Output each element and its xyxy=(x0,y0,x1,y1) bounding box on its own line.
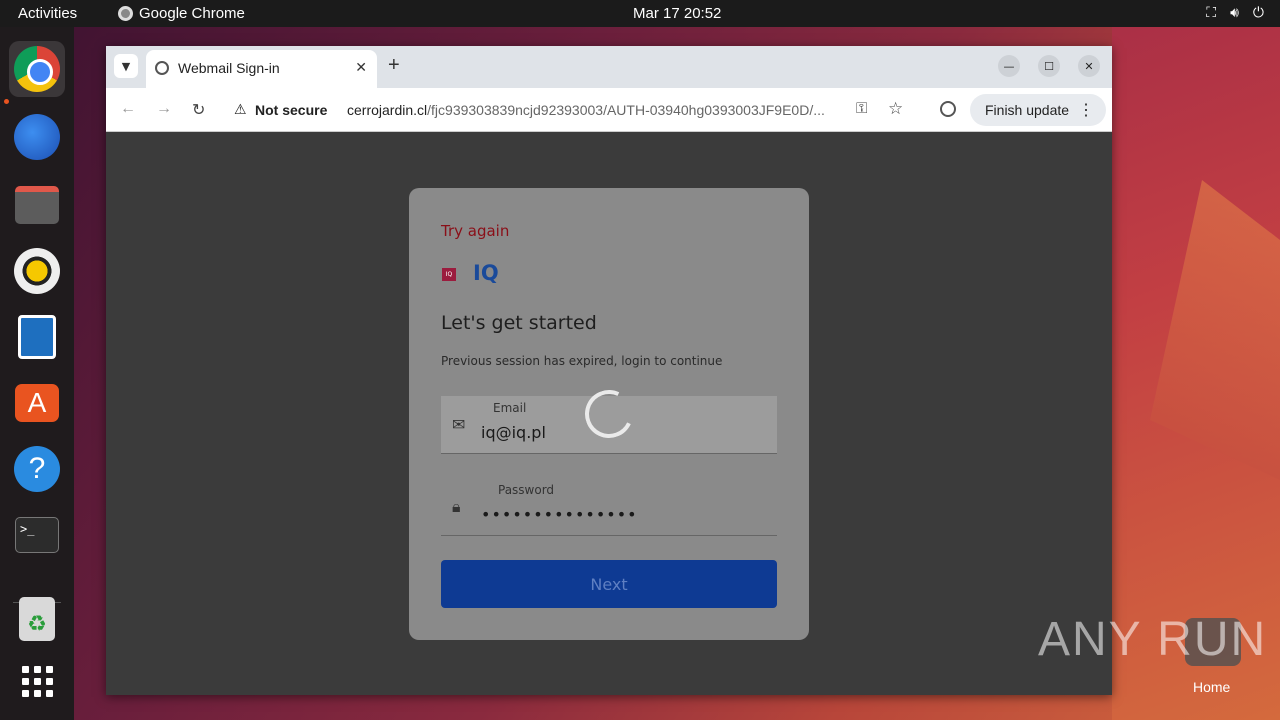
envelope-icon: ✉ xyxy=(452,415,466,434)
system-tray[interactable]: ⛶ 🔊︎ ⏻ xyxy=(1206,4,1264,21)
app-center-icon: A xyxy=(15,384,59,422)
url-path: /fjc939303839ncjd92393003/AUTH-03940hg03… xyxy=(427,102,825,118)
email-label: Email xyxy=(489,401,531,415)
tab-title: Webmail Sign-in xyxy=(178,60,280,76)
back-button[interactable]: ← xyxy=(120,100,136,118)
power-icon: ⏻ xyxy=(1252,4,1264,20)
key-icon[interactable]: ⚿ xyxy=(856,100,867,117)
dock-rhythmbox[interactable] xyxy=(9,243,65,299)
chrome-icon xyxy=(14,46,60,92)
grid-icon xyxy=(21,665,53,697)
tab-search-button[interactable]: ▼ xyxy=(114,54,138,78)
tab-strip: ▼ Webmail Sign-in ✕ + — ☐ ✕ xyxy=(106,46,1112,88)
dock-trash[interactable]: ♻ xyxy=(9,591,65,647)
clock[interactable]: Mar 17 20:52 xyxy=(633,5,721,22)
thunderbird-icon xyxy=(14,114,60,160)
dock-writer[interactable] xyxy=(9,309,65,365)
terminal-icon: >_ xyxy=(15,517,59,553)
activities-button[interactable]: Activities xyxy=(18,5,77,22)
error-message: Try again xyxy=(441,222,510,240)
profile-icon[interactable] xyxy=(940,101,956,117)
maximize-button[interactable]: ☐ xyxy=(1038,55,1060,77)
app-menu[interactable]: Google Chrome xyxy=(118,5,245,22)
chevron-down-icon: ▼ xyxy=(121,59,131,73)
app-name: Google Chrome xyxy=(139,5,245,22)
new-tab-button[interactable]: + xyxy=(388,54,400,77)
session-message: Previous session has expired, login to c… xyxy=(441,354,723,368)
next-button[interactable]: Next xyxy=(441,560,777,608)
url-host: cerrojardin.cl xyxy=(347,102,428,118)
dock-app-center[interactable]: A xyxy=(9,375,65,431)
volume-icon: 🔊︎ xyxy=(1230,4,1239,20)
page-content: Try again IQ IQ Let's get started Previo… xyxy=(106,132,1112,695)
email-value[interactable]: iq@iq.pl xyxy=(481,423,546,442)
show-apps-button[interactable] xyxy=(9,653,65,709)
logo-mark: IQ xyxy=(442,268,456,281)
lock-icon: 🔒︎ xyxy=(452,497,461,516)
logo-text: IQ xyxy=(473,261,499,285)
dock-files[interactable] xyxy=(9,177,65,233)
close-tab-icon[interactable]: ✕ xyxy=(355,59,367,76)
star-icon[interactable]: ☆ xyxy=(888,99,903,119)
dock-help[interactable]: ? xyxy=(9,441,65,497)
finish-update-label: Finish update xyxy=(985,102,1070,118)
password-value[interactable]: ••••••••••••••• xyxy=(481,505,638,524)
more-vert-icon: ⋮ xyxy=(1078,102,1094,119)
chrome-icon xyxy=(118,6,133,21)
address-bar[interactable]: ⚠ Not secure cerrojardin.cl/fjc939303839… xyxy=(224,93,924,127)
dock-thunderbird[interactable] xyxy=(9,109,65,165)
files-icon xyxy=(15,186,59,224)
page-title: Let's get started xyxy=(441,312,597,334)
network-icon: ⛶ xyxy=(1206,4,1217,20)
browser-window: ▼ Webmail Sign-in ✕ + — ☐ ✕ ← → ↻ ⚠ Not … xyxy=(106,46,1112,695)
password-label: Password xyxy=(498,483,555,497)
finish-update-button[interactable]: Finish update ⋮ xyxy=(970,94,1106,126)
top-bar: Activities Google Chrome Mar 17 20:52 ⛶ … xyxy=(0,0,1280,27)
browser-toolbar: ← → ↻ ⚠ Not secure cerrojardin.cl/fjc939… xyxy=(106,88,1112,132)
warning-icon[interactable]: ⚠ xyxy=(234,101,247,118)
forward-button[interactable]: → xyxy=(156,100,172,118)
close-window-button[interactable]: ✕ xyxy=(1078,55,1100,77)
globe-icon xyxy=(155,61,169,75)
home-label[interactable]: Home xyxy=(1193,679,1230,695)
password-field[interactable]: 🔒︎ Password ••••••••••••••• xyxy=(441,478,777,536)
tab-webmail[interactable]: Webmail Sign-in ✕ xyxy=(146,50,377,88)
security-label[interactable]: Not secure xyxy=(255,102,327,118)
dock-chrome[interactable] xyxy=(9,41,65,97)
watermark: ANY RUN xyxy=(1038,613,1268,666)
rhythmbox-icon xyxy=(14,248,60,294)
dock: A ? >_ ♻ xyxy=(0,27,74,720)
running-indicator xyxy=(4,99,9,104)
login-card: Try again IQ IQ Let's get started Previo… xyxy=(409,188,809,640)
minimize-button[interactable]: — xyxy=(998,55,1020,77)
writer-icon xyxy=(18,315,56,359)
dock-terminal[interactable]: >_ xyxy=(9,507,65,563)
url-text[interactable]: cerrojardin.cl/fjc939303839ncjd92393003/… xyxy=(347,102,847,118)
help-icon: ? xyxy=(14,446,60,492)
trash-icon: ♻ xyxy=(19,597,55,641)
reload-button[interactable]: ↻ xyxy=(192,100,205,120)
